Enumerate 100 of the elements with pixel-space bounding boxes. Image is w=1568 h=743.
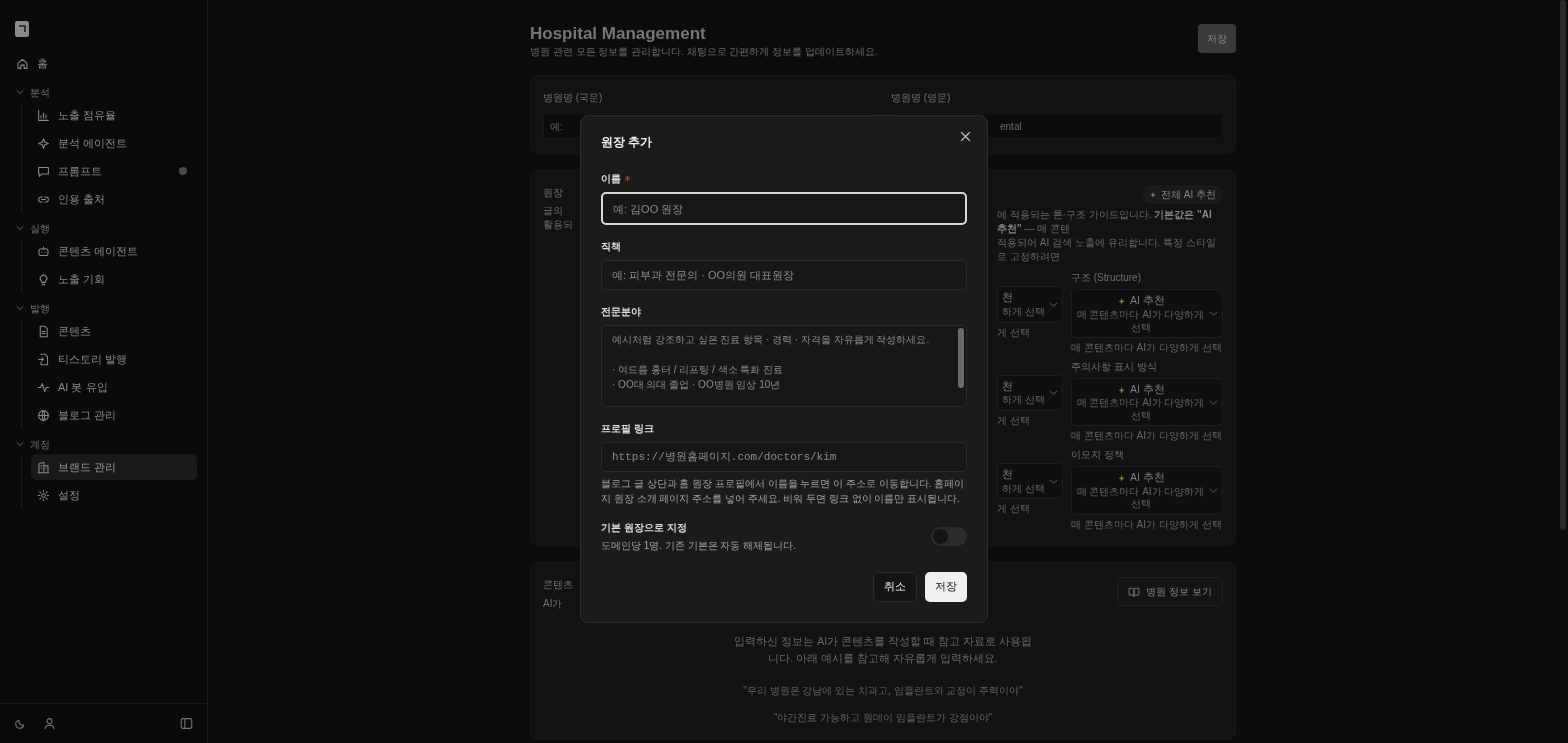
sparkle-icon — [1116, 472, 1127, 483]
field-label: 프로필 링크 — [601, 422, 654, 436]
save-button[interactable]: 저장 — [925, 571, 967, 602]
helper-text: 게 선택 — [997, 414, 1031, 428]
select-hint: 하게 선택 — [1002, 394, 1045, 407]
example-text: "야간진료 가능하고 원데이 임플란트가 강점이야" — [773, 710, 993, 725]
moon-icon[interactable] — [14, 717, 27, 730]
field-label: 병원명 (영문) — [891, 91, 952, 106]
helper-text: 매 콘텐츠마다 AI가 다양하게 선택 — [1071, 430, 1223, 443]
sidebar-item[interactable]: 분석 에이전트 — [31, 130, 197, 156]
select-field[interactable]: AI 추천 매 콘텐츠마다 AI가 다양하게 선택 — [1071, 465, 1223, 515]
toggle-description: 도메인당 1명. 기존 기본은 자동 해제됩니다. — [601, 539, 796, 553]
chevron-down-icon — [16, 304, 24, 312]
section-title: 원장 — [543, 186, 564, 201]
scrollbar-thumb[interactable] — [958, 328, 964, 388]
section-header[interactable]: 발행 — [10, 298, 197, 318]
sidebar-toggle-icon[interactable] — [180, 717, 193, 730]
select-field[interactable]: AI 추천 매 콘텐츠마다 AI가 다양하게 선택 — [1071, 377, 1223, 427]
text-area[interactable]: 예시처럼 강조하고 싶은 진료 항목 · 경력 · 자격을 자유롭게 작성하세요. · 여드름 흉터 / 리프팅 / 색소 특화 진료 · OO대 의대 졸업 · OO병원 임상 10년 — [601, 325, 967, 407]
chevron-down-icon — [1209, 397, 1218, 407]
chevron-down-icon — [16, 224, 24, 232]
section-header[interactable]: 계정 — [10, 434, 197, 454]
section-header[interactable]: 실행 — [10, 218, 197, 238]
select-value: AI 추천 — [1130, 469, 1165, 485]
book-icon — [1128, 585, 1141, 598]
save-button[interactable]: 저장 — [1198, 24, 1236, 53]
view-hospital-info-button[interactable]: 병원 정보 보기 — [1117, 577, 1223, 607]
helper-text: 게 선택 — [997, 326, 1031, 340]
chevron-down-icon — [16, 440, 24, 448]
url-field[interactable]: https://병원홈페이지.com/doctors/kim — [601, 442, 967, 472]
sidebar-item[interactable]: 인용 출처 — [31, 186, 197, 212]
chevron-down-icon — [16, 88, 24, 96]
home-nav-item[interactable]: 홈 — [10, 50, 197, 76]
chevron-down-icon — [1048, 388, 1058, 398]
chat-icon — [37, 164, 50, 178]
page-subtitle: 병원 관련 모든 정보를 관리합니다. 채팅으로 간편하게 정보를 업데이트하세요. — [530, 45, 878, 60]
page-title: Hospital Management — [530, 24, 707, 45]
sidebar-item[interactable]: AI 봇 유입 — [31, 374, 197, 400]
sparkle-icon — [37, 136, 50, 150]
document-icon — [37, 324, 50, 338]
required-asterisk-icon — [625, 176, 630, 181]
select-hint: 매 콘텐츠마다 AI가 다양하게 선택 — [1076, 397, 1205, 423]
placeholder-text: ental — [1000, 119, 1022, 134]
sparkle-icon — [1149, 190, 1157, 199]
sidebar-item[interactable]: 콘텐츠 — [31, 318, 197, 344]
chevron-down-icon — [1048, 300, 1058, 309]
select-hint: 하게 선택 — [1002, 482, 1045, 496]
robot-icon — [37, 244, 50, 258]
field-label: 전문분야 — [601, 305, 641, 319]
description-line: 글의 — [543, 204, 564, 219]
user-icon[interactable] — [43, 717, 56, 730]
sidebar-item[interactable]: 브랜드 관리 — [31, 454, 197, 480]
select-value: 천 — [1002, 378, 1014, 394]
description-line: 적용되어 AI 검색 노출에 유리합니다. 특정 스타일로 고정하려면 — [997, 236, 1217, 265]
sidebar-item[interactable]: 블로그 관리 — [31, 402, 197, 428]
sidebar-item[interactable]: 노출 기회 — [31, 266, 197, 292]
select-hint: 매 콘텐츠마다 AI가 다양하게 선택 — [1076, 309, 1205, 335]
select-value: AI 추천 — [1130, 381, 1165, 397]
dialog-title: 원장 추가 — [601, 134, 654, 151]
example-text: "우리 병원은 강남에 있는 치과고, 임플란트와 교정이 주력이야" — [743, 683, 1023, 698]
sidebar-item[interactable]: 설정 — [31, 482, 197, 508]
field-label: 구조 (Structure) — [1071, 271, 1142, 286]
sidebar-item[interactable]: 노출 점유율 — [31, 102, 197, 128]
select-value: 천 — [1002, 290, 1014, 306]
section-title: 콘텐츠 — [543, 578, 573, 593]
placeholder-text: 예: — [550, 119, 563, 134]
field-label: 직책 — [601, 240, 621, 254]
page-scrollbar[interactable] — [1560, 0, 1566, 530]
section-subtitle: AI가 — [543, 597, 564, 612]
chevron-down-icon — [1209, 485, 1218, 495]
close-button[interactable] — [958, 129, 973, 144]
helper-text: 매 콘텐츠마다 AI가 다양하게 선택 — [1071, 342, 1223, 355]
input-field[interactable]: 예: 피부과 전문의 · OO의원 대표원장 — [601, 260, 967, 290]
globe-icon — [37, 408, 50, 422]
intro-text: 입력하신 정보는 AI가 콘텐츠를 작성할 때 참고 자료로 사용됩니다. 아래 예시를 참고해 자유롭게 입력하세요. — [733, 634, 1033, 666]
select-field[interactable]: 천 하게 선택 — [997, 286, 1063, 323]
chevron-down-icon — [1209, 309, 1218, 319]
sparkle-icon — [1116, 384, 1127, 395]
activity-icon — [37, 380, 50, 394]
logo-icon — [15, 20, 29, 37]
toggle-label: 기본 원장으로 지정 — [601, 521, 688, 535]
field-label: 이모지 정책 — [1071, 447, 1125, 462]
field-label: 이름 — [601, 172, 621, 186]
field-label: 병원명 (국문) — [543, 91, 604, 106]
helper-text: 매 콘텐츠마다 AI가 다양하게 선택 — [1071, 518, 1223, 532]
sidebar-item[interactable]: 프롬프트 — [31, 158, 197, 184]
sidebar-item[interactable]: 티스토리 발행 — [31, 346, 197, 372]
select-field[interactable]: AI 추천 매 콘텐츠마다 AI가 다양하게 선택 — [1071, 289, 1223, 339]
select-field[interactable]: 천 하게 선택 — [997, 374, 1063, 411]
select-value: 천 — [1002, 466, 1014, 482]
select-field[interactable]: 천 하게 선택 — [997, 462, 1063, 500]
helper-text: 게 선택 — [997, 503, 1031, 516]
document-export-icon — [37, 352, 50, 366]
ai-recommend-button[interactable]: 전체 AI 추천 — [1142, 185, 1223, 205]
sidebar-item[interactable]: 콘텐츠 에이전트 — [31, 238, 197, 264]
cancel-button[interactable]: 취소 — [873, 571, 917, 602]
toggle-switch[interactable] — [931, 527, 967, 547]
section-header[interactable]: 분석 — [10, 82, 197, 102]
select-hint: 매 콘텐츠마다 AI가 다양하게 선택 — [1076, 485, 1205, 511]
building-icon — [37, 460, 50, 474]
